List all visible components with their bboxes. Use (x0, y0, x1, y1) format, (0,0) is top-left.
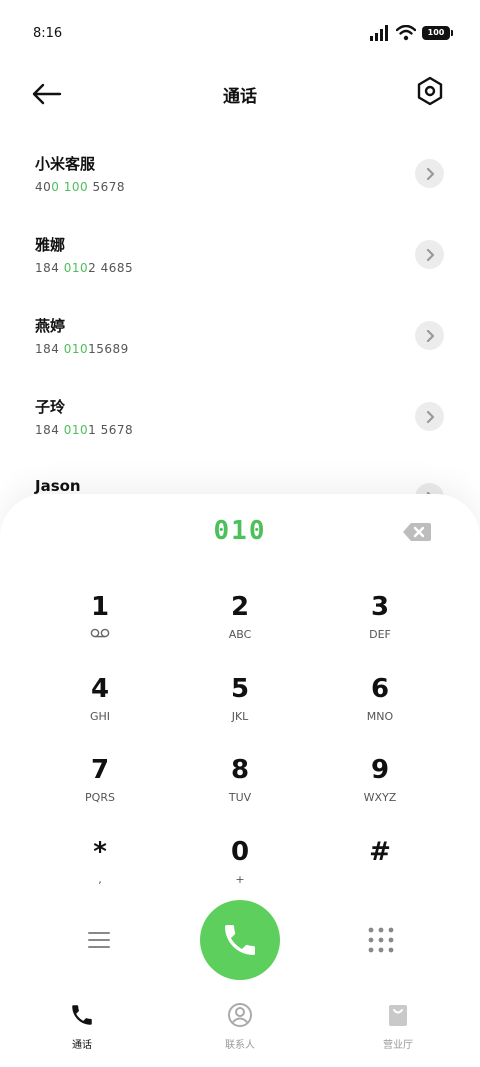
contact-number: 184 0102 4685 (35, 261, 134, 275)
wifi-icon (396, 25, 416, 41)
chevron-right-icon (426, 167, 434, 180)
key-letters: + (235, 873, 245, 886)
contact-name: 小米客服 (35, 155, 96, 173)
phone-icon (72, 1005, 92, 1025)
contact-detail-button[interactable] (415, 321, 444, 350)
key-letters: , (98, 873, 102, 886)
dialpad-toggle-button[interactable] (368, 927, 394, 953)
backspace-button[interactable] (402, 522, 432, 544)
key-1[interactable]: 1 (40, 590, 160, 660)
nav-item-store[interactable]: 营业厅 (348, 1002, 448, 1051)
settings-button[interactable] (416, 76, 448, 110)
key-3[interactable]: 3 DEF (320, 590, 440, 660)
key-digit: 2 (230, 592, 250, 622)
contact-item[interactable]: 小米客服 400 100 5678 (0, 140, 480, 221)
backspace-icon (403, 523, 431, 541)
key-digit: * (93, 837, 107, 867)
chevron-right-icon (426, 329, 434, 342)
contact-item[interactable]: 雅娜 184 0102 4685 (0, 221, 480, 302)
contact-item[interactable]: 燕婷 184 01015689 (0, 302, 480, 383)
key-letters: TUV (228, 791, 252, 804)
contact-item[interactable]: 子玲 184 0101 5678 (0, 383, 480, 464)
page-title: 通话 (223, 87, 257, 107)
status-icons: 100 (370, 22, 453, 44)
key-2[interactable]: 2 ABC (180, 590, 300, 660)
call-button[interactable] (200, 900, 280, 980)
key-8[interactable]: 8 TUV (180, 753, 300, 823)
key-digit: 5 (230, 674, 250, 704)
key-9[interactable]: 9 WXYZ (320, 753, 440, 823)
contact-name: Jason (35, 477, 81, 495)
dial-action-row (0, 898, 480, 982)
menu-icon (88, 932, 110, 948)
key-0[interactable]: 0 + (180, 835, 300, 905)
key-6[interactable]: 6 MNO (320, 672, 440, 742)
status-time: 8:16 (33, 26, 63, 41)
phone-icon (225, 925, 255, 955)
status-bar: 8:16 100 (0, 0, 480, 60)
key-digit: 6 (370, 674, 390, 704)
key-letters: JKL (231, 710, 249, 723)
key-digit: 9 (370, 755, 390, 785)
key-letters: MNO (366, 710, 394, 723)
key-letters (320, 873, 440, 887)
key-digit: # (369, 837, 391, 867)
key-digit: 3 (370, 592, 390, 622)
contact-detail-button[interactable] (415, 159, 444, 188)
dialpad-panel: 010 1 2 ABC 3 DEF 4 GHI 5 JKL 6 MNO 7 PQ… (0, 494, 480, 1067)
chevron-right-icon (426, 248, 434, 261)
contact-name: 燕婷 (35, 317, 66, 335)
key-digit: 8 (230, 755, 250, 785)
chevron-right-icon (426, 410, 434, 423)
key-star[interactable]: * , (40, 835, 160, 905)
voicemail-icon (90, 628, 110, 638)
key-letters: WXYZ (363, 791, 397, 804)
key-hash[interactable]: # (320, 835, 440, 905)
key-digit: 0 (230, 837, 250, 867)
gear-icon (417, 76, 443, 106)
key-7[interactable]: 7 PQRS (40, 753, 160, 823)
contact-number: 184 0101 5678 (35, 423, 134, 437)
store-bag-icon (389, 1005, 407, 1026)
dialpad-grid-icon (368, 927, 394, 953)
key-5[interactable]: 5 JKL (180, 672, 300, 742)
nav-label: 营业厅 (383, 1040, 413, 1051)
key-digit: 1 (90, 592, 110, 622)
bottom-nav: 通话 联系人 营业厅 (0, 994, 480, 1067)
key-4[interactable]: 4 GHI (40, 672, 160, 742)
nav-label: 通话 (72, 1040, 92, 1051)
nav-item-calls[interactable]: 通话 (32, 1002, 132, 1051)
menu-button[interactable] (86, 927, 112, 953)
contact-detail-button[interactable] (415, 240, 444, 269)
key-digit: 4 (90, 674, 110, 704)
contact-detail-button[interactable] (415, 402, 444, 431)
contact-name: 子玲 (35, 398, 66, 416)
key-digit: 7 (90, 755, 110, 785)
key-letters: GHI (89, 710, 111, 723)
key-letters: PQRS (85, 791, 115, 804)
nav-item-contacts[interactable]: 联系人 (190, 1002, 290, 1051)
contact-number: 184 01015689 (35, 342, 129, 356)
contact-number: 400 100 5678 (35, 180, 125, 194)
header: 通话 (0, 70, 480, 118)
signal-icon (370, 25, 388, 41)
contacts-icon (228, 1003, 252, 1027)
key-letters: ABC (228, 628, 252, 641)
battery-icon: 100 (422, 26, 453, 40)
contact-name: 雅娜 (35, 236, 66, 254)
nav-label: 联系人 (225, 1040, 255, 1051)
contact-list: 小米客服 400 100 5678 雅娜 184 0102 4685 燕婷 18… (0, 140, 480, 545)
key-letters: DEF (369, 628, 391, 641)
